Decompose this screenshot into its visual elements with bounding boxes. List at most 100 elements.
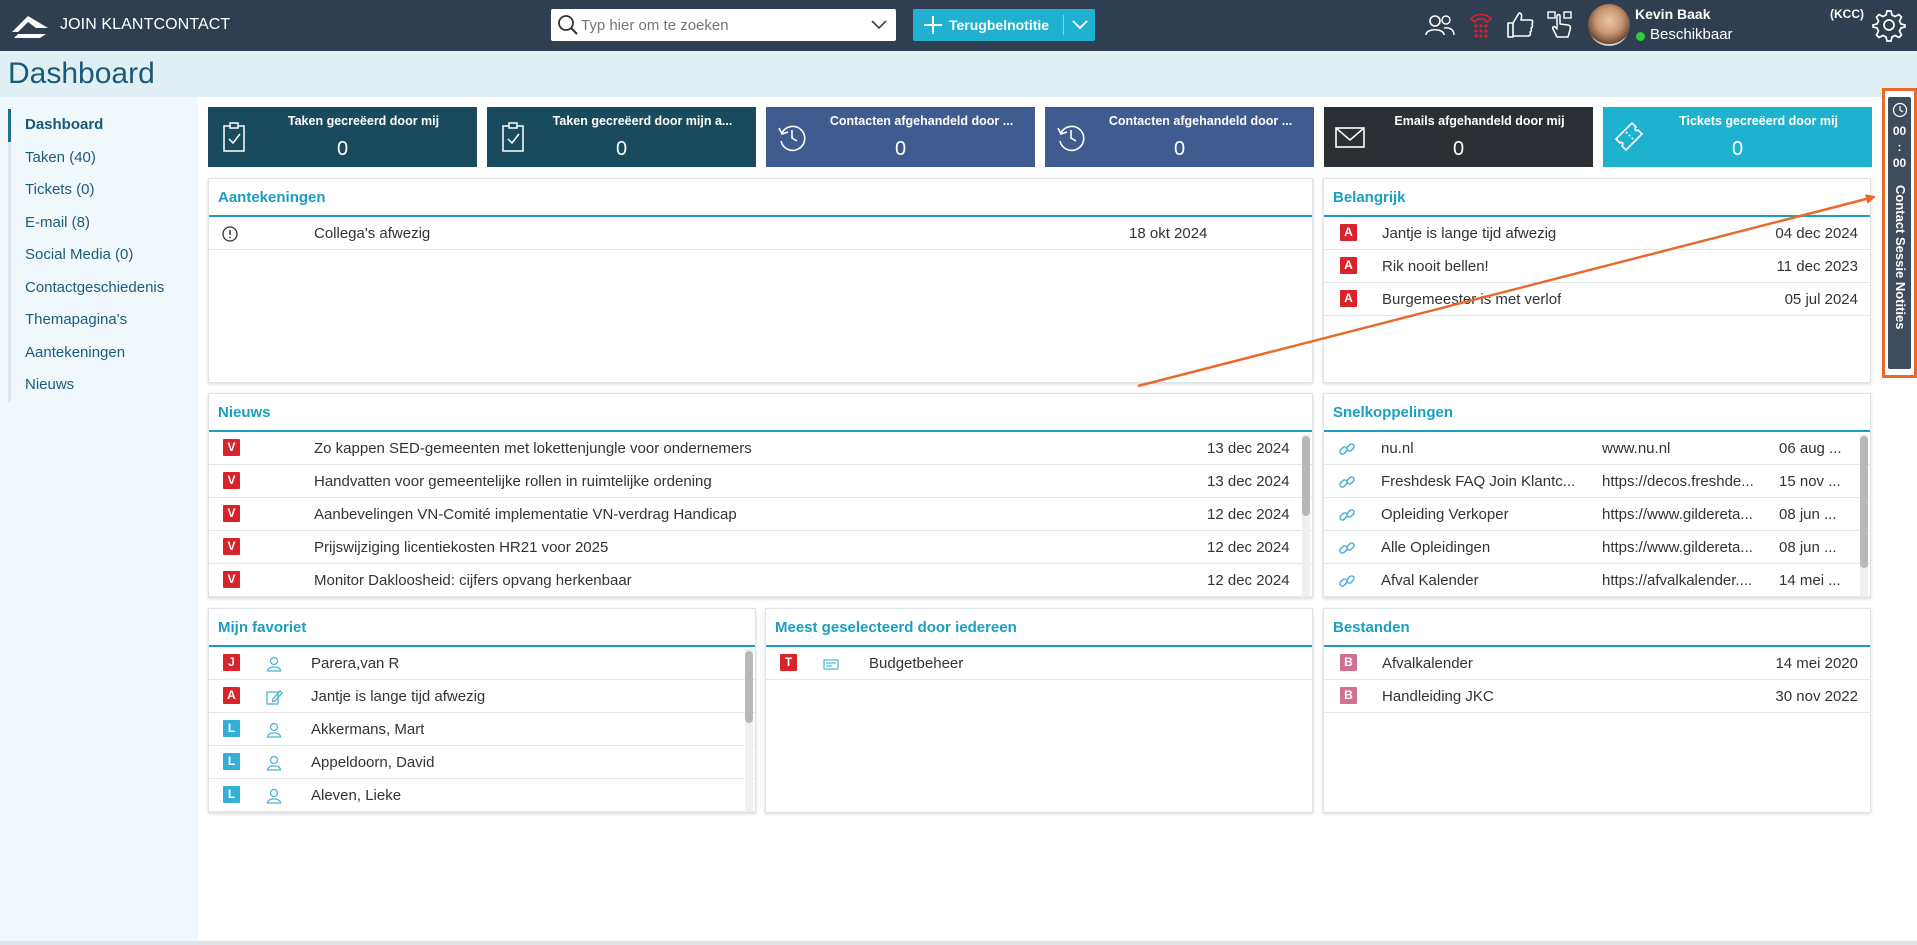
tile-taken-door-mijn-afdeling[interactable]: Taken gecreëerd door mijn a... 0 <box>487 107 756 167</box>
link-date: 08 jun ... <box>1779 539 1837 556</box>
contact-session-notes-tab[interactable]: 00 : 00 Contact Sessie Notities <box>1888 97 1911 369</box>
sidebar: Dashboard Taken (40) Tickets (0) E-mail … <box>0 97 198 945</box>
sidebar-nav: Dashboard Taken (40) Tickets (0) E-mail … <box>8 109 198 402</box>
link-icon <box>1339 575 1355 587</box>
sidebar-item-contactgeschiedenis[interactable]: Contactgeschiedenis <box>8 271 198 304</box>
list-item[interactable]: J Parera,van R <box>209 647 755 680</box>
scrollbar[interactable] <box>1860 434 1868 597</box>
type-badge: L <box>223 786 240 803</box>
sidebar-item-dashboard[interactable]: Dashboard <box>8 109 198 142</box>
panel-aantekeningen: Aantekeningen Collega's afwezig 18 okt 2… <box>208 178 1313 383</box>
list-item[interactable]: B Afvalkalender 14 mei 2020 <box>1324 647 1870 680</box>
link-url: https://afvalkalender.... <box>1602 572 1753 589</box>
phone-dialpad-icon[interactable] <box>1465 9 1497 41</box>
panel-belangrijk: Belangrijk A Jantje is lange tijd afwezi… <box>1323 178 1871 383</box>
gear-icon[interactable] <box>1872 8 1906 42</box>
list-item[interactable]: Afval Kalender https://afvalkalender....… <box>1324 564 1870 597</box>
scrollbar[interactable] <box>745 649 753 812</box>
list-item[interactable]: T Budgetbeheer <box>766 647 1312 680</box>
list-item[interactable]: V Handvatten voor gemeentelijke rollen i… <box>209 465 1312 498</box>
list-item[interactable]: A Jantje is lange tijd afwezig <box>209 680 755 713</box>
sidebar-item-taken[interactable]: Taken (40) <box>8 141 198 174</box>
timer-minutes: 00 <box>1892 124 1907 138</box>
chevron-down-icon[interactable] <box>1071 18 1089 32</box>
favorite-text: Aleven, Lieke <box>311 787 402 804</box>
note-date: 18 okt 2024 <box>1129 225 1208 242</box>
link-url: www.nu.nl <box>1602 440 1671 457</box>
person-icon <box>266 656 282 672</box>
link-name: Afval Kalender <box>1381 572 1479 589</box>
app-logo-icon[interactable] <box>10 10 50 40</box>
list-item[interactable]: Collega's afwezig 18 okt 2024 <box>209 217 1312 250</box>
news-date: 13 dec 2024 <box>1207 473 1290 490</box>
list-item[interactable]: A Rik nooit bellen! 11 dec 2023 <box>1324 250 1870 283</box>
favorite-text: Akkermans, Mart <box>311 721 425 738</box>
list-item[interactable]: L Appeldoorn, David <box>209 746 755 779</box>
panel-title: Mijn favoriet <box>209 609 755 647</box>
user-name[interactable]: Kevin Baak <box>1635 6 1710 22</box>
sidebar-item-email[interactable]: E-mail (8) <box>8 206 198 239</box>
scrollbar[interactable] <box>1302 434 1310 597</box>
news-title: Prijswijziging licentiekosten HR21 voor … <box>314 539 609 556</box>
list-item[interactable]: A Jantje is lange tijd afwezig 04 dec 20… <box>1324 217 1870 250</box>
link-url: https://decos.freshde... <box>1602 473 1754 490</box>
scrollbar-thumb[interactable] <box>745 651 753 723</box>
list-item[interactable]: L Akkermans, Mart <box>209 713 755 746</box>
list-item[interactable]: nu.nl www.nu.nl 06 aug ... <box>1324 432 1870 465</box>
list-item[interactable]: Opleiding Verkoper https://www.gildereta… <box>1324 498 1870 531</box>
tile-contacten-afgehandeld-1[interactable]: Contacten afgehandeld door ... 0 <box>766 107 1035 167</box>
user-status[interactable]: Beschikbaar <box>1650 26 1733 43</box>
list-item[interactable]: B Handleiding JKC 30 nov 2022 <box>1324 680 1870 713</box>
avatar[interactable] <box>1588 4 1630 46</box>
panel-title: Meest geselecteerd door iedereen <box>766 609 1312 647</box>
person-icon <box>266 722 282 738</box>
hand-pointer-icon[interactable] <box>1544 9 1576 41</box>
type-badge: A <box>1340 257 1357 274</box>
panel-snelkoppelingen: Snelkoppelingen nu.nl www.nu.nl 06 aug .… <box>1323 393 1871 598</box>
type-badge: A <box>1340 290 1357 307</box>
type-badge: L <box>223 720 240 737</box>
item-text: Budgetbeheer <box>869 655 964 672</box>
list-item[interactable]: V Aanbevelingen VN-Comité implementatie … <box>209 498 1312 531</box>
scrollbar-thumb[interactable] <box>1860 436 1868 568</box>
list-item[interactable]: Freshdesk FAQ Join Klantc... https://dec… <box>1324 465 1870 498</box>
chevron-down-icon[interactable] <box>870 17 888 33</box>
list-item[interactable]: V Prijswijziging licentiekosten HR21 voo… <box>209 531 1312 564</box>
link-url: https://www.gildereta... <box>1602 506 1753 523</box>
sidebar-item-themapaginas[interactable]: Themapagina's <box>8 304 198 337</box>
scrollbar-thumb[interactable] <box>1302 436 1310 516</box>
tile-taken-door-mij[interactable]: Taken gecreëerd door mij 0 <box>208 107 477 167</box>
sidebar-item-nieuws[interactable]: Nieuws <box>8 369 198 402</box>
list-item[interactable]: V Zo kappen SED-gemeenten met lokettenju… <box>209 432 1312 465</box>
contacts-icon[interactable] <box>1424 9 1456 41</box>
thumbs-up-icon[interactable] <box>1504 9 1536 41</box>
status-dot <box>1636 32 1645 41</box>
person-icon <box>266 788 282 804</box>
search-box[interactable] <box>551 9 896 41</box>
file-date: 14 mei 2020 <box>1775 655 1858 672</box>
type-badge: V <box>223 571 240 588</box>
sidebar-item-tickets[interactable]: Tickets (0) <box>8 174 198 207</box>
list-item[interactable]: V Monitor Dakloosheid: cijfers opvang he… <box>209 564 1312 597</box>
list-item[interactable]: A Burgemeester is met verlof 05 jul 2024 <box>1324 283 1870 316</box>
tile-emails-afgehandeld[interactable]: Emails afgehandeld door mij 0 <box>1324 107 1593 167</box>
sidebar-item-aantekeningen[interactable]: Aantekeningen <box>8 336 198 369</box>
panel-nieuws: Nieuws V Zo kappen SED-gemeenten met lok… <box>208 393 1313 598</box>
page-header: Dashboard <box>0 51 1917 97</box>
tile-contacten-afgehandeld-2[interactable]: Contacten afgehandeld door ... 0 <box>1045 107 1314 167</box>
news-date: 12 dec 2024 <box>1207 506 1290 523</box>
tile-tickets-door-mij[interactable]: Tickets gecreëerd door mij 0 <box>1603 107 1872 167</box>
person-icon <box>266 755 282 771</box>
link-date: 15 nov ... <box>1779 473 1841 490</box>
search-input[interactable] <box>581 13 851 37</box>
type-badge: B <box>1340 687 1357 704</box>
item-text: Jantje is lange tijd afwezig <box>1382 225 1557 242</box>
list-item[interactable]: L Aleven, Lieke <box>209 779 755 812</box>
item-text: Burgemeester is met verlof <box>1382 291 1562 308</box>
top-bar: JOIN KLANTCONTACT Terugbelnotitie <box>0 0 1917 51</box>
sidebar-item-social-media[interactable]: Social Media (0) <box>8 239 198 272</box>
terugbelnotitie-button[interactable]: Terugbelnotitie <box>913 9 1095 41</box>
list-item[interactable]: Alle Opleidingen https://www.gildereta..… <box>1324 531 1870 564</box>
info-icon <box>222 226 238 242</box>
type-badge: J <box>223 654 240 671</box>
